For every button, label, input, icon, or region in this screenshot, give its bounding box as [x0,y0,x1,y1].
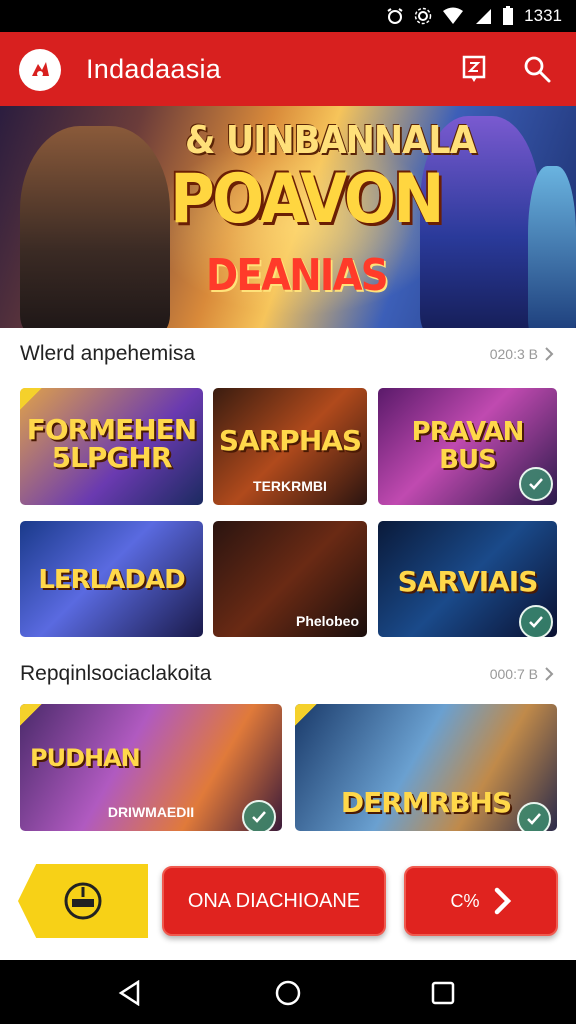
section-more-label: 000:7 B [489,666,538,682]
hero-title-line1: & UINBANNALA [185,118,477,162]
back-button[interactable] [115,978,145,1008]
chevron-right-icon [545,347,554,361]
game-card[interactable]: Phelobeo [213,521,367,637]
game-card[interactable]: FORMEHEN 5LPGHR [20,388,203,505]
badge-icon [64,882,102,920]
game-card[interactable]: LERLADAD [20,521,203,637]
hero-title-line3: DEANIAS [206,250,389,301]
main-action-button[interactable]: ONA DIACHIOANE [162,866,386,936]
check-badge [517,802,551,831]
section-more-link[interactable]: 000:7 B [490,666,554,682]
recents-button[interactable] [428,978,458,1008]
ribbon-badge [20,388,42,410]
search-button[interactable] [520,52,554,86]
section-more-label: 020:3 B [489,346,538,362]
game-card[interactable]: SARVIAIS [378,521,557,637]
chevron-right-icon [545,667,554,681]
check-icon [527,813,541,825]
game-card-title: LERLADAD [38,565,185,595]
section-header-2: Repqinlsociaclakoita 000:7 B [0,658,576,692]
recents-icon [431,981,455,1005]
game-card-subtitle: Phelobeo [295,613,359,629]
alarm-icon [387,8,403,24]
section-more-link[interactable]: 020:3 B [490,346,554,362]
hero-title-line2: POAVON [170,160,444,239]
signal-icon [476,9,492,24]
ribbon-badge [20,704,42,726]
home-button[interactable] [273,978,303,1008]
check-icon [252,811,266,823]
logo-icon[interactable] [19,49,61,91]
game-card-title: FORMEHEN 5LPGHR [26,413,197,474]
section-title: Repqinlsociaclakoita [20,662,212,685]
share-button[interactable] [457,52,491,86]
home-icon [275,980,301,1006]
hero-character-left [20,126,170,328]
next-button[interactable]: C% [404,866,558,936]
app-title: Indadaasia [86,54,222,84]
game-card-subtitle: TERKRMBI [253,478,327,494]
battery-icon [503,6,514,25]
share-icon [462,55,486,82]
status-bar: 1331 [0,0,576,32]
hero-character-far-right [528,166,576,328]
game-card[interactable]: DERMRBHS [295,704,557,831]
status-time: 1331 [524,6,562,25]
check-icon [529,616,543,628]
chevron-right-icon [494,887,511,915]
search-icon [524,56,551,83]
game-card-title: PRAVAN BUS [411,417,525,475]
wifi-icon [443,7,464,24]
check-badge [519,605,553,637]
check-icon [529,478,543,490]
back-icon [118,980,140,1006]
settings-icon [414,7,432,25]
game-card[interactable]: SARPHAS TERKRMBI [213,388,367,505]
game-card-title: PUDHAN [30,744,141,772]
app-bar: Indadaasia [0,32,576,106]
game-card-title: SARPHAS [218,424,362,457]
next-button-label: C% [450,890,480,911]
game-card[interactable]: PRAVAN BUS [378,388,557,505]
check-badge [519,467,553,501]
system-nav-bar [0,960,576,1024]
check-badge [242,800,276,831]
game-card-title: SARVIAIS [397,565,539,598]
section-header-1: Wlerd anpehemisa 020:3 B [0,338,576,372]
ribbon-badge [295,704,317,726]
back-arrow-button[interactable] [18,864,148,938]
game-card[interactable]: PUDHAN DRIWMAEDII [20,704,282,831]
section-title: Wlerd anpehemisa [20,342,196,365]
